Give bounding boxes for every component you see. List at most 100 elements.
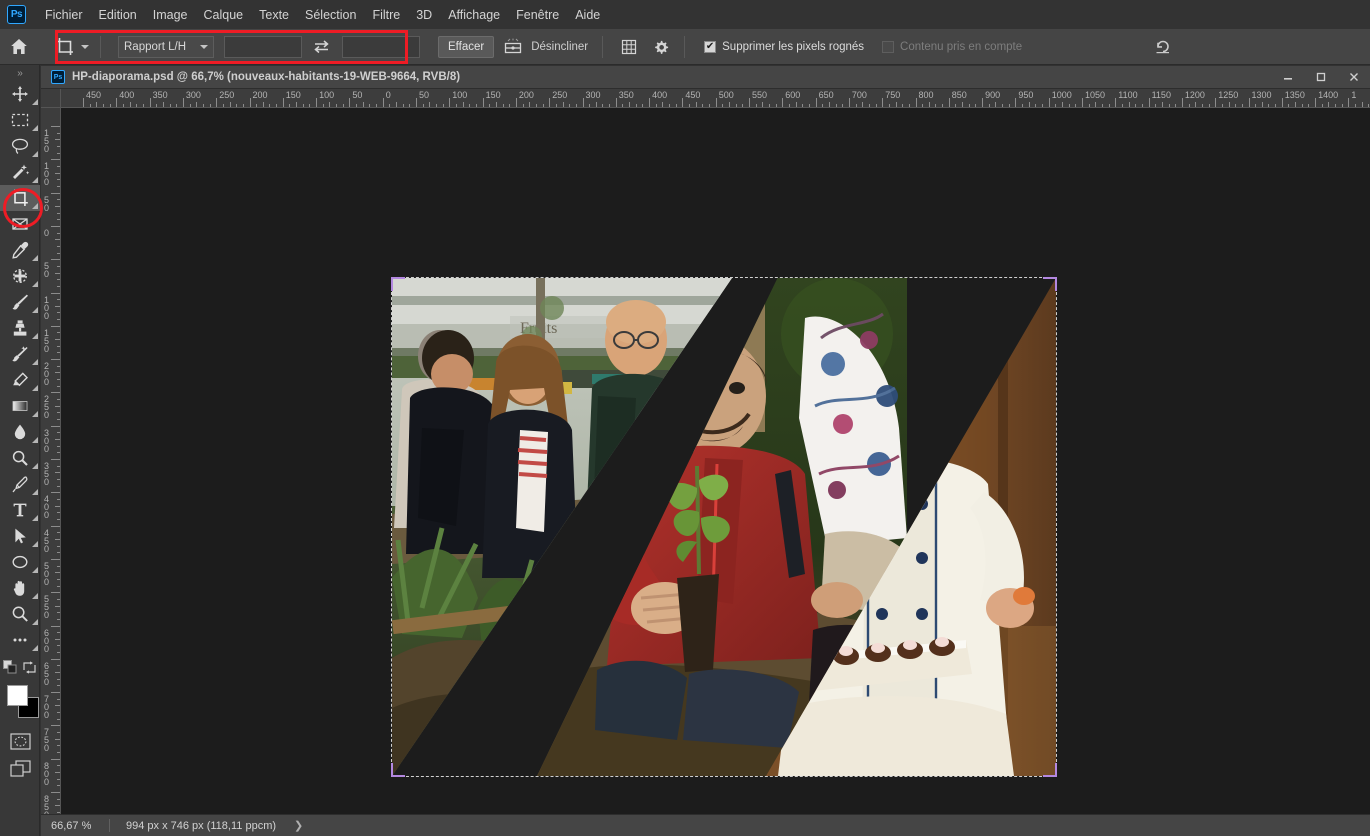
eyedropper-icon <box>12 241 29 259</box>
flyout-triangle-icon <box>32 359 38 365</box>
ruler-minor-tick <box>57 265 60 267</box>
menu-item-3d[interactable]: 3D <box>408 3 440 27</box>
menu-item-fen-tre[interactable]: Fenêtre <box>508 3 567 27</box>
reset-tool-button[interactable] <box>1150 35 1176 59</box>
ruler-minor-tick <box>156 104 158 107</box>
ruler-minor-tick <box>1155 104 1157 107</box>
crop-handle-top-left[interactable] <box>391 277 405 291</box>
checkbox-checked-icon: ✔ <box>704 40 717 53</box>
menu-item-edition[interactable]: Edition <box>91 3 145 27</box>
ruler-minor-tick <box>1002 104 1004 107</box>
brush-tool[interactable] <box>0 289 40 315</box>
menu-item-calque[interactable]: Calque <box>196 3 252 27</box>
crop-handle-bottom-right[interactable] <box>1043 763 1057 777</box>
magic-wand-tool[interactable] <box>0 159 40 185</box>
ruler-minor-tick <box>1355 104 1357 107</box>
swap-colors-icon[interactable] <box>23 660 36 674</box>
ruler-minor-tick <box>609 104 611 107</box>
swap-dimensions-button[interactable] <box>310 36 332 58</box>
crop-handle-top-right[interactable] <box>1043 277 1057 291</box>
pen-tool[interactable] <box>0 471 40 497</box>
ruler-minor-tick <box>1368 104 1370 107</box>
default-colors-icon[interactable] <box>3 660 17 674</box>
quick-mask-button[interactable] <box>0 727 40 755</box>
menu-item-s-lection[interactable]: Sélection <box>297 3 364 27</box>
zoom-tool[interactable] <box>0 601 40 627</box>
clear-button[interactable]: Effacer <box>438 35 495 58</box>
frame-tool[interactable] <box>0 211 40 237</box>
delete-cropped-pixels-checkbox[interactable]: ✔ Supprimer les pixels rognés <box>704 40 864 53</box>
ruler-minor-tick <box>57 618 60 620</box>
type-tool[interactable] <box>0 497 40 523</box>
move-icon <box>12 86 28 102</box>
crop-selection[interactable]: Fruits <box>391 277 1057 777</box>
ruler-minor-tick <box>362 102 364 107</box>
screen-mode-button[interactable] <box>0 755 40 783</box>
menu-item-texte[interactable]: Texte <box>251 3 297 27</box>
ruler-label: 650 <box>818 90 834 100</box>
straighten-label[interactable]: Désincliner <box>531 41 588 53</box>
ruler-minor-tick <box>57 532 60 534</box>
history-brush-tool[interactable] <box>0 341 40 367</box>
menu-item-filtre[interactable]: Filtre <box>364 3 408 27</box>
home-button[interactable] <box>0 29 38 65</box>
double-chevron-right-icon[interactable]: » <box>0 65 39 81</box>
gradient-icon <box>12 401 28 411</box>
vertical-ruler[interactable]: 150 100 50 0 50 100 150 200 250 300 350 400 450 500 55… <box>41 108 61 836</box>
gradient-tool[interactable] <box>0 393 40 419</box>
canvas-area[interactable]: Fruits <box>61 108 1370 836</box>
close-button[interactable] <box>1337 66 1370 89</box>
straighten-button[interactable] <box>500 35 526 59</box>
maximize-button[interactable] <box>1304 66 1337 89</box>
ruler-minor-tick <box>57 685 60 687</box>
ruler-minor-tick <box>895 102 897 107</box>
ruler-minor-tick <box>562 102 564 107</box>
lasso-tool[interactable] <box>0 133 40 159</box>
quick-mask-icon <box>9 732 31 750</box>
straighten-icon <box>505 38 522 53</box>
crop-height-input[interactable] <box>342 35 420 58</box>
crop-tool[interactable] <box>0 185 40 211</box>
horizontal-ruler[interactable]: 450 400 350 300 250 200 150 100 50 0 50 100 150 200 25… <box>61 89 1370 108</box>
ruler-tick <box>349 98 351 107</box>
ruler-corner[interactable] <box>41 89 61 108</box>
marquee-tool[interactable] <box>0 107 40 133</box>
dodge-tool[interactable] <box>0 445 40 471</box>
aspect-ratio-select[interactable]: Rapport L/H <box>118 35 214 58</box>
ruler-minor-tick <box>1175 104 1177 107</box>
eyedropper-tool[interactable] <box>0 237 40 263</box>
ruler-minor-tick <box>602 104 604 107</box>
menu-item-image[interactable]: Image <box>145 3 196 27</box>
move-tool[interactable] <box>0 81 40 107</box>
minimize-button[interactable] <box>1271 66 1304 89</box>
crop-handle-bottom-left[interactable] <box>391 763 405 777</box>
tool-preset-picker[interactable] <box>50 34 93 60</box>
healing-brush-tool[interactable] <box>0 263 40 289</box>
ruler-minor-tick <box>189 104 191 107</box>
menu-item-affichage[interactable]: Affichage <box>440 3 508 27</box>
crop-width-input[interactable] <box>224 35 302 58</box>
chevron-right-icon[interactable]: ❯ <box>294 819 303 832</box>
ruler-label: 50 <box>44 194 50 213</box>
eraser-tool[interactable] <box>0 367 40 393</box>
ruler-minor-tick <box>57 232 60 234</box>
zoom-level[interactable]: 66,67 % <box>51 820 109 832</box>
color-swatches[interactable] <box>0 681 40 727</box>
hand-tool[interactable] <box>0 575 40 601</box>
ruler-minor-tick <box>1221 104 1223 107</box>
clone-stamp-tool[interactable] <box>0 315 40 341</box>
path-selection-tool[interactable] <box>0 523 40 549</box>
rectangular-marquee-icon <box>11 113 29 127</box>
shape-tool[interactable] <box>0 549 40 575</box>
blur-tool[interactable] <box>0 419 40 445</box>
ruler-minor-tick <box>55 272 60 274</box>
ruler-minor-tick <box>57 498 60 500</box>
ruler-minor-tick <box>862 102 864 107</box>
ruler-minor-tick <box>57 252 60 254</box>
edit-toolbar-button[interactable] <box>0 627 40 653</box>
crop-settings-button[interactable] <box>648 35 674 59</box>
menu-item-aide[interactable]: Aide <box>567 3 608 27</box>
overlay-options-button[interactable] <box>616 35 642 59</box>
menu-item-fichier[interactable]: Fichier <box>37 3 91 27</box>
foreground-color-swatch[interactable] <box>7 685 28 706</box>
